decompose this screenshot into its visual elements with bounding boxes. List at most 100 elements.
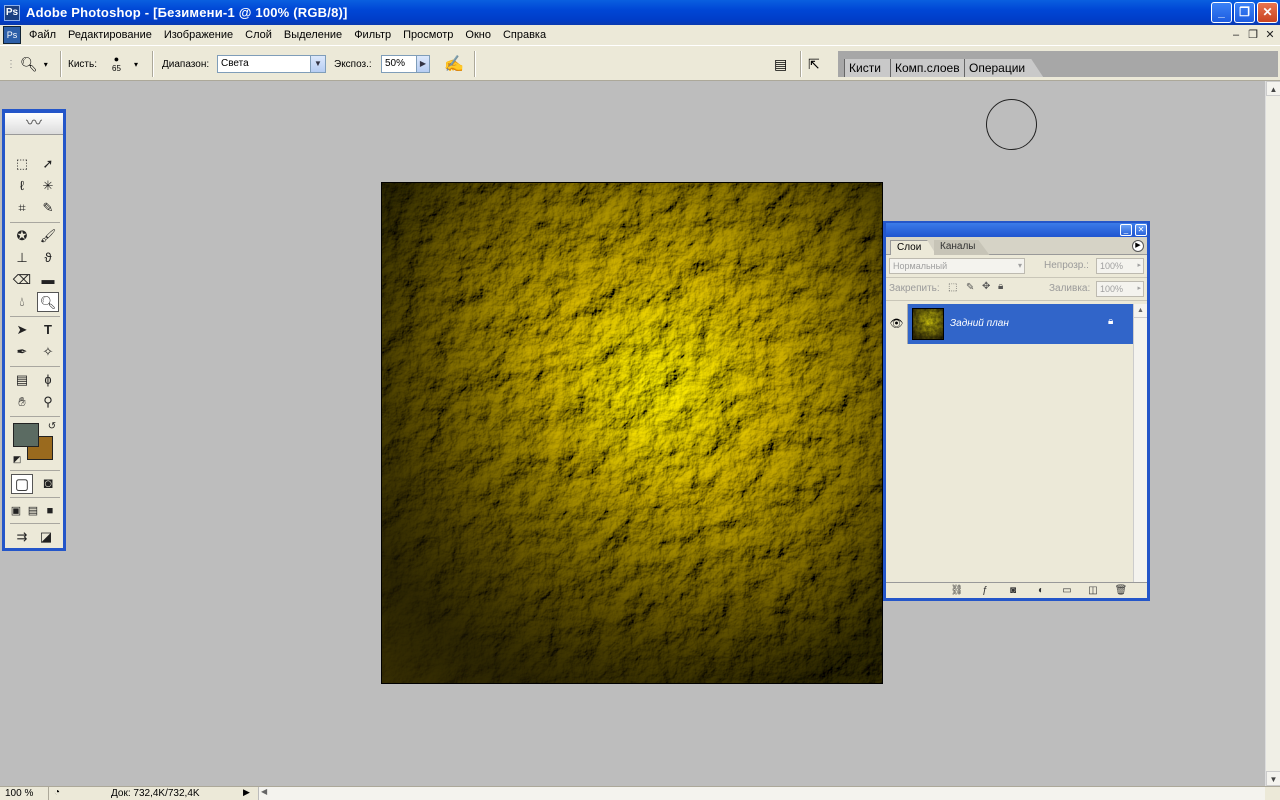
eyedropper-icon[interactable]: ɸ	[37, 370, 59, 390]
healing-icon[interactable]: ✪	[11, 226, 33, 246]
hand-icon[interactable]: ✋︎	[11, 392, 33, 412]
stamp-icon[interactable]: ⊥	[11, 248, 33, 268]
vertical-scrollbar[interactable]: ▲ ▼	[1265, 81, 1280, 786]
grip-handle[interactable]: ⋮	[6, 46, 16, 82]
file-browser-icon[interactable]: ▤	[774, 46, 787, 82]
scroll-left-icon[interactable]: ◀	[261, 787, 267, 796]
scroll-down-icon[interactable]: ▼	[1266, 771, 1280, 786]
adjustment-layer-icon[interactable]: ◐	[1034, 584, 1048, 597]
horizontal-scrollbar[interactable]: ◀	[258, 787, 1265, 800]
standard-mode-icon[interactable]: ▢	[11, 474, 33, 494]
zoom-level[interactable]: 100 %	[5, 788, 33, 799]
pen-icon[interactable]: ✒	[11, 342, 33, 362]
lock-position-icon[interactable]: ✥	[982, 281, 990, 292]
slice-icon[interactable]: ✎	[37, 198, 59, 218]
lock-all-icon[interactable]: 🔒︎	[998, 281, 1003, 292]
dodge-tool-preset-icon[interactable]: 🔍︎ ▾	[20, 46, 48, 82]
separator	[800, 51, 802, 77]
full-screen-menu-icon[interactable]: ▤	[25, 501, 41, 521]
close-button[interactable]: ✕	[1257, 2, 1278, 23]
well-tab-actions[interactable]: Операции	[964, 59, 1044, 77]
palette-close-button[interactable]: ✕	[1135, 224, 1147, 236]
layers-scrollbar[interactable]: ▲	[1133, 304, 1147, 584]
zoom-icon[interactable]: ⚲	[37, 392, 59, 412]
brush-dropdown-icon[interactable]: ▾	[134, 46, 138, 82]
chevron-down-icon: ▾	[1017, 261, 1022, 270]
lasso-icon[interactable]: ℓ	[11, 176, 33, 196]
trash-icon[interactable]: 🗑︎	[1114, 584, 1128, 597]
new-group-icon[interactable]: ▭	[1060, 584, 1074, 597]
new-layer-icon[interactable]: ◫	[1086, 584, 1100, 597]
status-menu-arrow-icon[interactable]: ▶	[243, 787, 250, 798]
scroll-up-icon[interactable]: ▲	[1134, 304, 1147, 318]
shape-icon[interactable]: ✧	[37, 342, 59, 362]
gradient-icon[interactable]: ▬	[37, 270, 59, 290]
type-icon[interactable]: T	[37, 320, 59, 340]
minimize-button[interactable]: _	[1211, 2, 1232, 23]
jump-to-imageready-tool-icon[interactable]: ⇉	[11, 527, 33, 547]
path-select-icon[interactable]: ➤	[11, 320, 33, 340]
menu-file[interactable]: Файл	[23, 29, 62, 41]
layer-item-background[interactable]: 👁︎ Задний план 🔒︎	[886, 304, 1134, 344]
menu-select[interactable]: Выделение	[278, 29, 348, 41]
foreground-color-swatch-top[interactable]	[13, 423, 39, 447]
restore-button[interactable]: ❐	[1234, 2, 1255, 23]
menu-help[interactable]: Справка	[497, 29, 552, 41]
exposure-field[interactable]: 50% ▶	[381, 55, 430, 73]
dodge-icon[interactable]: 🔍︎	[37, 292, 59, 312]
blend-mode-select[interactable]: Нормальный ▾	[889, 258, 1025, 274]
notes-icon[interactable]: ▤	[11, 370, 33, 390]
separator	[10, 523, 60, 524]
lock-image-icon[interactable]: ✎	[966, 282, 974, 293]
layer-style-icon[interactable]: ƒ	[978, 584, 992, 597]
feather-logo-icon[interactable]: 〰	[5, 113, 63, 135]
crop-icon[interactable]: ⌗	[11, 198, 33, 218]
menu-image[interactable]: Изображение	[158, 29, 239, 41]
swap-colors-icon[interactable]: ↺	[41, 417, 63, 437]
quick-mask-icon[interactable]: ◙	[37, 474, 59, 494]
layers-palette-titlebar[interactable]: _ ✕	[886, 223, 1147, 237]
move-icon[interactable]: ➚	[37, 154, 59, 174]
airbrush-icon[interactable]: ✍	[444, 46, 464, 82]
add-mask-icon[interactable]: ◙	[1006, 584, 1020, 597]
eye-icon[interactable]: 👁︎	[886, 304, 908, 344]
document-icon[interactable]: Ps	[3, 26, 21, 44]
blur-icon[interactable]: 💧︎	[11, 292, 33, 312]
menu-edit[interactable]: Редактирование	[62, 29, 158, 41]
imageready-icon[interactable]: ◪	[35, 527, 57, 547]
eraser-icon[interactable]: ⌫	[11, 270, 33, 290]
marquee-icon[interactable]: ⬚	[11, 154, 33, 174]
history-brush-icon[interactable]: ϑ	[37, 248, 59, 268]
doc-restore-button[interactable]: ❐	[1245, 28, 1261, 42]
standard-screen-icon[interactable]: ▣	[8, 501, 24, 521]
menu-layer[interactable]: Слой	[239, 29, 278, 41]
photoshop-app-icon[interactable]: Ps	[4, 4, 20, 21]
magic-wand-icon[interactable]: ✳	[37, 176, 59, 196]
palette-menu-icon[interactable]: ▶	[1132, 240, 1144, 252]
tab-channels[interactable]: Каналы	[934, 240, 990, 255]
doc-minimize-button[interactable]: –	[1228, 28, 1244, 42]
jump-to-imageready-icon[interactable]: ⇱	[808, 46, 820, 82]
range-select[interactable]: Света ▼	[217, 55, 326, 73]
document-canvas[interactable]	[381, 182, 883, 684]
fill-field[interactable]: 100% ▸	[1096, 281, 1144, 297]
menu-window[interactable]: Окно	[459, 29, 497, 41]
brush-picker[interactable]: ● 65	[112, 46, 121, 82]
full-screen-icon[interactable]: ■	[42, 501, 58, 521]
scroll-up-icon[interactable]: ▲	[1266, 81, 1280, 96]
default-colors-icon[interactable]: ◩	[6, 449, 28, 469]
separator	[10, 497, 60, 498]
chevron-down-icon[interactable]: ▼	[310, 56, 325, 72]
exposure-label: Экспоз.:	[334, 58, 372, 70]
palette-minimize-button[interactable]: _	[1120, 224, 1132, 236]
brush-icon[interactable]: 🖌︎	[37, 226, 59, 246]
link-icon[interactable]: ⛓	[950, 584, 964, 597]
doc-close-button[interactable]: ✕	[1262, 28, 1278, 42]
menu-view[interactable]: Просмотр	[397, 29, 459, 41]
tab-layers[interactable]: Слои	[890, 240, 937, 255]
status-refresh-icon[interactable]: ◔	[54, 787, 60, 798]
chevron-right-icon[interactable]: ▶	[416, 56, 429, 72]
opacity-field[interactable]: 100% ▸	[1096, 258, 1144, 274]
lock-transparency-icon[interactable]: ⬚	[948, 282, 957, 293]
menu-filter[interactable]: Фильтр	[348, 29, 397, 41]
